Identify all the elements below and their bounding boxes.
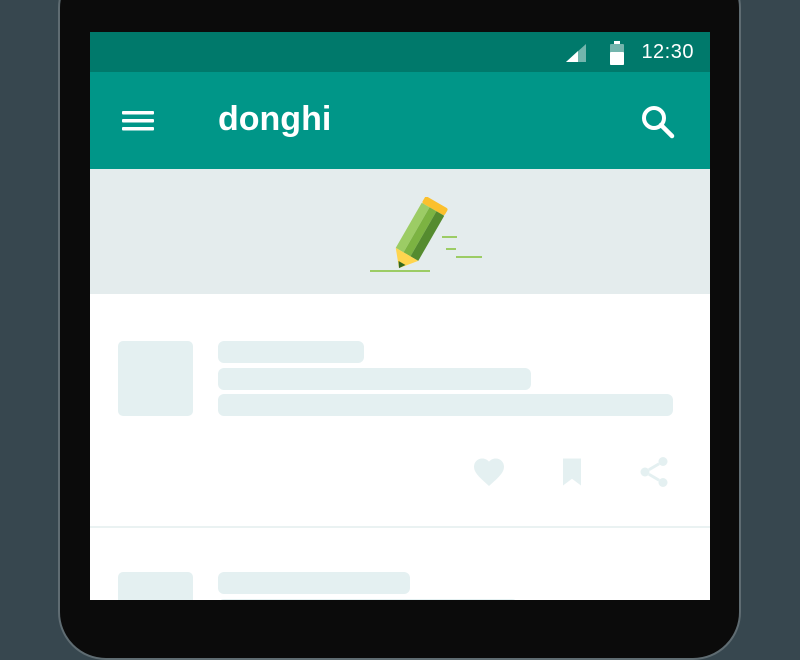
list-item[interactable]	[90, 294, 710, 528]
app-screen: 12:30 donghi	[90, 32, 710, 600]
app-bar: donghi	[90, 72, 710, 169]
text-placeholder	[218, 394, 673, 416]
thumbnail-placeholder	[118, 341, 193, 416]
menu-icon	[122, 111, 154, 131]
menu-button[interactable]	[120, 106, 156, 136]
signal-icon	[566, 44, 586, 62]
title-placeholder	[218, 572, 410, 594]
share-icon	[640, 457, 668, 487]
bookmark-button[interactable]	[554, 454, 590, 490]
text-placeholder	[218, 368, 531, 390]
status-bar: 12:30	[90, 32, 710, 72]
list-item[interactable]	[90, 528, 710, 600]
app-title: donghi	[218, 100, 332, 138]
heart-icon	[474, 458, 504, 487]
thumbnail-placeholder	[118, 572, 193, 600]
banner	[90, 169, 710, 294]
share-button[interactable]	[636, 454, 672, 490]
search-icon	[642, 106, 675, 139]
status-time: 12:30	[641, 41, 694, 63]
battery-icon	[610, 41, 624, 65]
like-button[interactable]	[471, 454, 507, 490]
bookmark-icon	[563, 458, 581, 486]
search-button[interactable]	[640, 104, 676, 140]
title-placeholder	[218, 341, 364, 363]
pencil-icon	[370, 197, 482, 272]
